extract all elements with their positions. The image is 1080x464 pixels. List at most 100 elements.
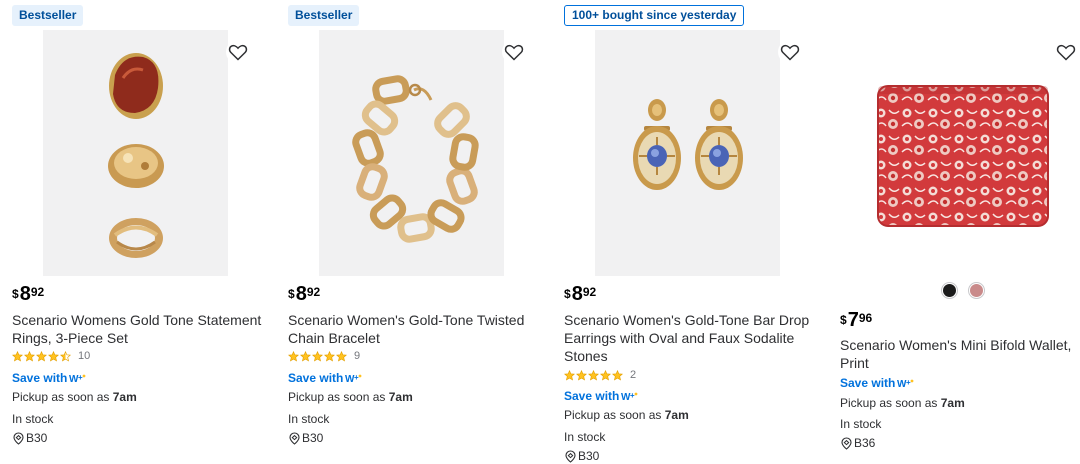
stock-status: In stock — [12, 412, 54, 426]
star-icon — [288, 350, 299, 361]
price-cents: 92 — [306, 285, 321, 299]
stock-status: In stock — [288, 412, 330, 426]
product-title[interactable]: Scenario Women's Gold-Tone Bar Drop Earr… — [564, 311, 814, 365]
review-count: 2 — [630, 369, 637, 381]
product-image[interactable] — [595, 30, 780, 276]
price-currency: $ — [12, 287, 19, 301]
price-dollars: 7 — [847, 309, 859, 331]
color-swatch-pink-print[interactable] — [968, 282, 985, 299]
star-icon — [300, 350, 311, 361]
star-icon — [612, 369, 623, 380]
star-rating: 2 — [564, 368, 636, 382]
walmart-plus-icon: W + — [897, 378, 914, 389]
aisle-location: B30 — [12, 431, 47, 445]
star-rating: 9 — [288, 349, 360, 363]
price-cents: 96 — [858, 311, 873, 325]
price-dollars: 8 — [571, 283, 583, 305]
save-label: Save with — [564, 389, 620, 403]
pickup-prefix: Pickup as soon as — [288, 390, 386, 404]
save-with-walmart-plus: Save with W + — [564, 389, 638, 403]
star-icon — [60, 350, 71, 361]
price-cents: 92 — [582, 285, 597, 299]
star-icon — [588, 369, 599, 380]
price-dollars: 8 — [19, 283, 31, 305]
star-icon — [576, 369, 587, 380]
pickup-time: 7am — [388, 390, 413, 404]
star-icon — [12, 350, 23, 361]
pickup-time: 7am — [940, 396, 965, 410]
save-label: Save with — [288, 371, 344, 385]
product-price: $ 7 96 — [840, 309, 872, 333]
product-card[interactable]: 100+ bought since yesterday $ 8 92 Scena… — [564, 0, 814, 464]
product-price: $ 8 92 — [12, 283, 44, 307]
walmart-plus-icon: W + — [345, 373, 362, 384]
price-currency: $ — [564, 287, 571, 301]
pickup-prefix: Pickup as soon as — [564, 408, 662, 422]
svg-text:+: + — [630, 391, 635, 400]
review-count: 9 — [354, 350, 361, 362]
svg-text:+: + — [354, 373, 359, 382]
product-price: $ 8 92 — [564, 283, 596, 307]
price-currency: $ — [288, 287, 295, 301]
aisle-location: B36 — [840, 436, 875, 450]
star-icon — [600, 369, 611, 380]
product-card[interactable]: Bestseller $ 8 92 Scenario Womens Gold T… — [12, 0, 262, 464]
product-title[interactable]: Scenario Womens Gold Tone Statement Ring… — [12, 311, 262, 347]
bracelet-image — [319, 30, 504, 276]
product-image[interactable] — [874, 80, 1052, 232]
favorite-heart-icon[interactable] — [778, 40, 802, 64]
star-icon — [312, 350, 323, 361]
save-with-walmart-plus: Save with W + — [840, 376, 914, 390]
earrings-image — [595, 30, 780, 276]
location-code: B30 — [578, 449, 600, 463]
rings-image — [43, 30, 228, 276]
pickup-time: 7am — [112, 390, 137, 404]
favorite-heart-icon[interactable] — [226, 40, 250, 64]
price-currency: $ — [840, 313, 847, 327]
product-image[interactable] — [319, 30, 504, 276]
location-code: B36 — [854, 436, 876, 450]
stock-status: In stock — [564, 430, 606, 444]
aisle-location: B30 — [564, 449, 599, 463]
product-price: $ 8 92 — [288, 283, 320, 307]
location-code: B30 — [26, 431, 48, 445]
location-code: B30 — [302, 431, 324, 445]
favorite-heart-icon[interactable] — [1054, 40, 1078, 64]
star-icon — [324, 350, 335, 361]
pickup-prefix: Pickup as soon as — [12, 390, 110, 404]
bestseller-badge: Bestseller — [12, 5, 84, 26]
save-label: Save with — [12, 371, 68, 385]
product-card[interactable]: Bestseller $ 8 92 Scenario Women's Gold-… — [288, 0, 538, 464]
pickup-info: Pickup as soon as 7am — [564, 408, 689, 422]
wallet-image — [877, 85, 1049, 227]
star-icon — [336, 350, 347, 361]
favorite-heart-icon[interactable] — [502, 40, 526, 64]
pickup-prefix: Pickup as soon as — [840, 396, 938, 410]
product-title[interactable]: Scenario Women's Mini Bifold Wallet, Pri… — [840, 336, 1076, 372]
pickup-info: Pickup as soon as 7am — [840, 396, 965, 410]
star-icon — [24, 350, 35, 361]
review-count: 10 — [78, 350, 91, 362]
color-swatches — [941, 282, 985, 299]
save-label: Save with — [840, 376, 896, 390]
save-with-walmart-plus: Save with W + — [288, 371, 362, 385]
location-pin-icon — [840, 436, 853, 450]
location-pin-icon — [12, 431, 25, 445]
star-rating: 10 — [12, 349, 90, 363]
color-swatch-black[interactable] — [941, 282, 958, 299]
bought-since-yesterday-badge: 100+ bought since yesterday — [564, 5, 745, 26]
location-pin-icon — [288, 431, 301, 445]
location-pin-icon — [564, 449, 577, 463]
product-card[interactable]: $ 7 96 Scenario Women's Mini Bifold Wall… — [840, 0, 1080, 464]
stock-status: In stock — [840, 417, 882, 431]
product-title[interactable]: Scenario Women's Gold-Tone Twisted Chain… — [288, 311, 538, 347]
svg-text:+: + — [78, 373, 83, 382]
star-icon — [48, 350, 59, 361]
price-dollars: 8 — [295, 283, 307, 305]
pickup-info: Pickup as soon as 7am — [288, 390, 413, 404]
walmart-plus-icon: W + — [621, 391, 638, 402]
product-image[interactable] — [43, 30, 228, 276]
pickup-time: 7am — [664, 408, 689, 422]
rating-stars — [564, 369, 623, 381]
rating-stars — [288, 350, 347, 362]
